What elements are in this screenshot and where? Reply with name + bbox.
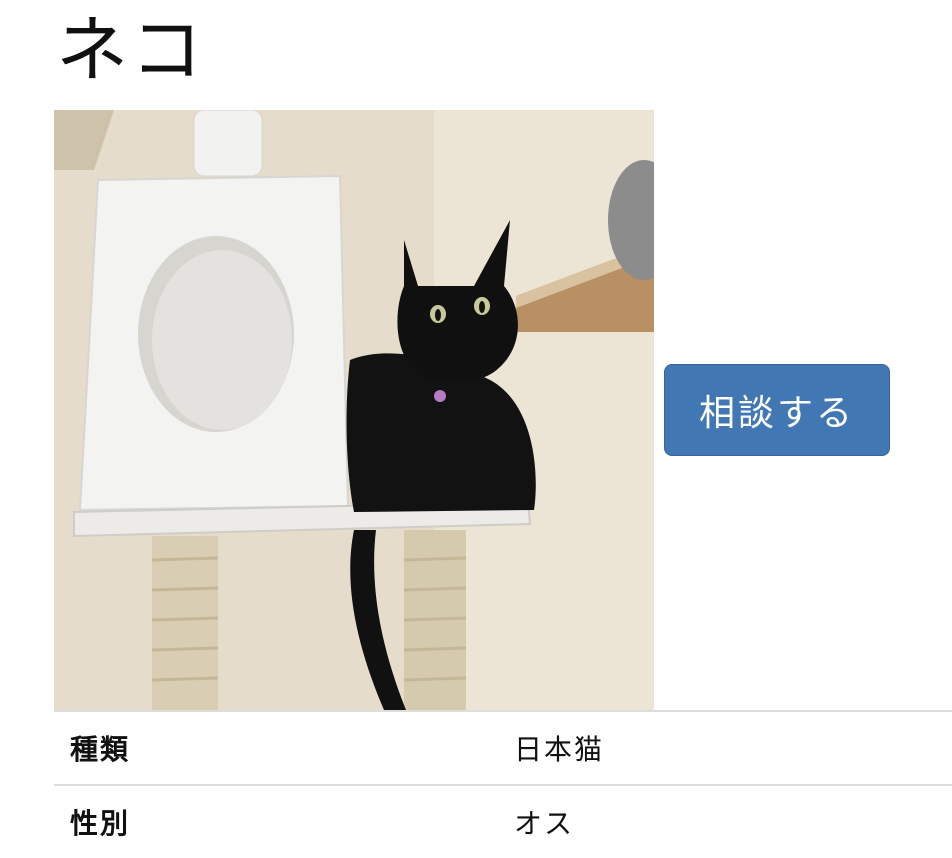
consult-button[interactable]: 相談する (664, 364, 890, 456)
page-title: ネコ (56, 8, 207, 92)
table-row: 種類 日本猫 (54, 711, 952, 785)
cat-photo (54, 110, 654, 710)
cat-photo-illustration (54, 110, 654, 710)
details-label-sex: 性別 (70, 807, 131, 840)
details-table: 種類 日本猫 性別 オス (54, 710, 952, 858)
details-value-sex: オス (514, 807, 575, 840)
table-row: 性別 オス (54, 785, 952, 858)
details-value-type: 日本猫 (514, 733, 605, 766)
details-label-type: 種類 (70, 733, 131, 766)
